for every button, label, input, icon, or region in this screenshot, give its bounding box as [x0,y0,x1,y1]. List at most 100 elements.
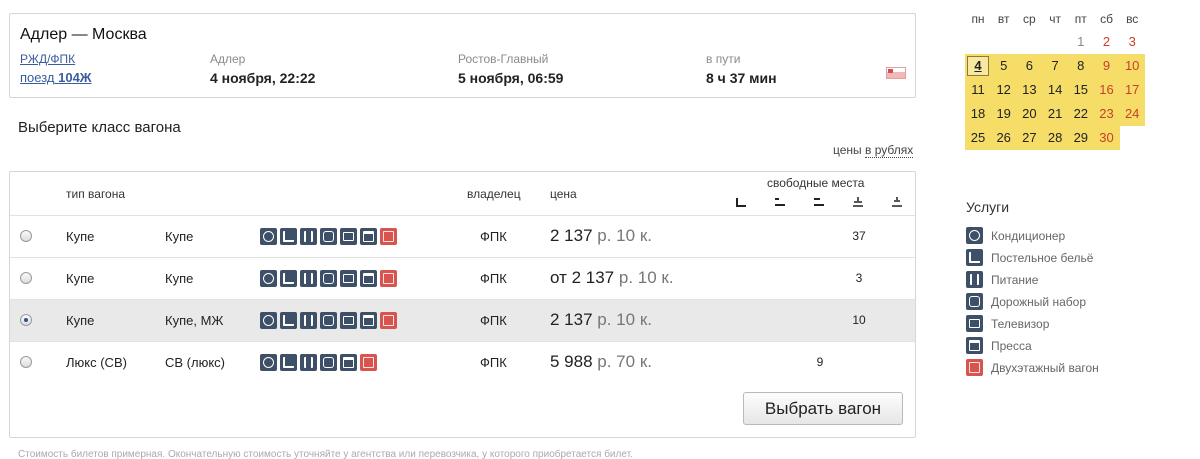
wagon-class: Купе [165,229,194,244]
seat-side-upper-icon [853,197,863,207]
calendar-day[interactable]: 18 [965,102,991,126]
currency-link[interactable]: в рублях [865,143,914,158]
wagon-price: 5 988 р. 70 к. [550,352,652,372]
departure-station: Адлер [210,52,246,66]
calendar-day[interactable]: 8 [1067,54,1094,78]
price-currency: р. 10 к. [597,310,652,329]
calendar-day: 3 [1119,30,1145,54]
select-wagon-button[interactable]: Выбрать вагон [743,392,903,425]
kit-icon [966,293,983,310]
table-row[interactable]: Люкс (СВ) СВ (люкс) ФПК 5 988 р. 70 к. 9 [10,341,915,383]
wagon-radio[interactable] [20,272,32,284]
day-number: 28 [1047,130,1063,145]
seat-side-lower-icon [736,198,746,207]
calendar-day[interactable]: 25 [965,126,991,150]
calendar-day[interactable]: 27 [1016,126,1043,150]
calendar-day[interactable]: 28 [1042,126,1069,150]
carrier-link[interactable]: РЖД/ФПК [20,52,75,66]
wagon-class: СВ (люкс) [165,355,225,370]
press-icon [340,354,357,371]
tv-icon [340,228,357,245]
calendar-day[interactable]: 17 [1119,78,1146,102]
bed-icon [280,228,297,245]
table-row[interactable]: Купе Купе ФПК 2 137 р. 10 к. 37 [10,215,915,257]
day-number: 14 [1047,82,1063,97]
calendar-day[interactable]: 24 [1119,102,1146,126]
day-number: 4 [967,56,989,76]
calendar-day[interactable]: 26 [990,126,1017,150]
day-number: 19 [996,106,1011,121]
day-number: 6 [1025,58,1033,73]
day-number: 29 [1073,130,1089,145]
service-legend-item: Дорожный набор [966,293,1166,311]
wagon-radio[interactable] [20,230,32,242]
flag-icon [886,67,906,79]
wagon-owner: ФПК [480,229,507,244]
free-seats-count: 10 [852,313,866,327]
tv-icon [340,312,357,329]
wagon-type: Купе [66,271,95,286]
calendar-day[interactable]: 19 [990,102,1017,126]
service-legend-item: Кондиционер [966,227,1166,245]
price-disclaimer: Стоимость билетов примерная. Окончательн… [18,449,633,459]
weekday-label: ср [1023,12,1036,26]
wagon-price: от 2 137 р. 10 к. [550,268,674,288]
seat-upper-icon [814,198,824,206]
route-title: Адлер — Москва [20,26,147,43]
day-number: 15 [1073,82,1089,97]
calendar-day[interactable]: 30 [1093,126,1120,150]
wagon-radio[interactable] [20,314,32,326]
arrival-time: 5 ноября, 06:59 [458,70,564,86]
calendar-day-today[interactable]: 4 [965,54,991,78]
calendar-day[interactable]: 21 [1042,102,1069,126]
prices-prefix: цены [833,143,862,157]
day-number: 8 [1077,58,1085,73]
service-label: Телевизор [991,317,1050,331]
day-number: 24 [1124,106,1140,121]
calendar-day[interactable]: 20 [1016,102,1043,126]
service-legend-item: Пресса [966,337,1166,355]
wagon-table: тип вагона владелец цена свободные места… [9,171,916,438]
calendar-day[interactable]: 7 [1042,54,1069,78]
price-currency: р. 70 к. [597,352,652,371]
calendar-day[interactable]: 12 [990,78,1017,102]
table-row[interactable]: Купе Купе, МЖ ФПК 2 137 р. 10 к. 10 [10,299,915,341]
press-icon [360,312,377,329]
price-amount: 2 137 [550,226,593,245]
service-label: Дорожный набор [991,295,1086,309]
calendar-day[interactable]: 5 [990,54,1017,78]
fan-icon [260,354,277,371]
wagon-radio[interactable] [20,356,32,368]
calendar-day[interactable]: 16 [1093,78,1120,102]
wagon-type: Купе [66,313,95,328]
wagon-services [260,228,397,245]
day-number: 17 [1124,82,1140,97]
calendar-day[interactable]: 23 [1093,102,1120,126]
header-type: тип вагона [66,187,126,201]
day-number: 5 [1000,58,1008,73]
calendar-day[interactable]: 15 [1067,78,1094,102]
press-icon [360,228,377,245]
train-link[interactable]: поезд 104Ж [20,70,92,85]
calendar-day[interactable]: 22 [1067,102,1094,126]
calendar-day[interactable]: 13 [1016,78,1043,102]
header-owner: владелец [467,187,521,201]
calendar-day[interactable]: 11 [965,78,991,102]
press-icon [360,270,377,287]
calendar-day[interactable]: 10 [1119,54,1146,78]
service-label: Постельное бельё [991,251,1094,265]
day-number: 10 [1124,58,1140,73]
departure-time: 4 ноября, 22:22 [210,70,316,86]
double-deck-icon [380,312,397,329]
wagon-class: Купе, МЖ [165,313,224,328]
calendar-day[interactable]: 29 [1067,126,1094,150]
food-icon [966,271,983,288]
calendar-day[interactable]: 14 [1042,78,1069,102]
kit-icon [320,228,337,245]
calendar-day[interactable]: 6 [1016,54,1043,78]
calendar-day[interactable]: 9 [1093,54,1120,78]
bed-icon [280,270,297,287]
table-row[interactable]: Купе Купе ФПК от 2 137 р. 10 к. 3 [10,257,915,299]
price-amount: 5 988 [550,352,593,371]
day-number: 16 [1099,82,1114,97]
